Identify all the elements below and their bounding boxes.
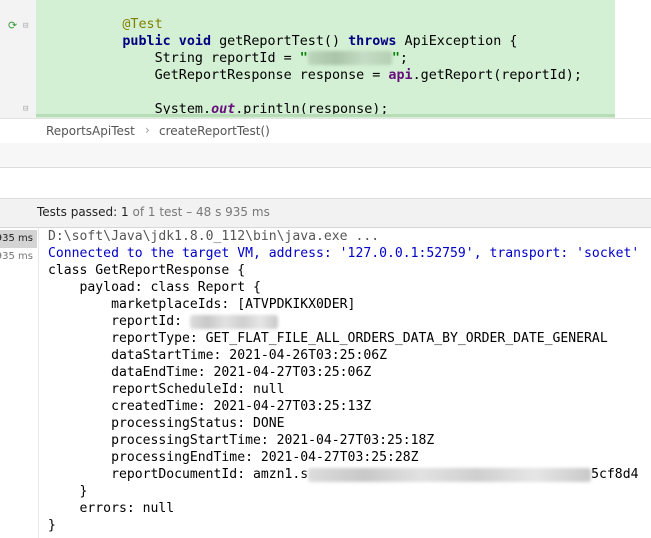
test-status-bar: Tests passed: 1 of 1 test – 48 s 935 ms: [0, 199, 651, 228]
console-line: dataStartTime: 2021-04-26T03:25:06Z: [48, 348, 387, 363]
console-line: processingEndTime: 2021-04-27T03:25:28Z: [48, 450, 419, 465]
empty-toolbar: [0, 143, 651, 168]
console-line-report-id: reportId:: [48, 313, 278, 330]
console-line-document-id: reportDocumentId: amzn1.s 5cf8d4: [48, 466, 638, 483]
breadcrumb-separator-icon: ›: [145, 123, 150, 137]
api-field: api: [388, 68, 413, 83]
response-declaration: GetReportResponse response =: [122, 68, 389, 83]
tests-total: of 1 test: [128, 205, 183, 219]
console-line: payload: class Report {: [48, 280, 261, 295]
status-separator: –: [182, 205, 197, 219]
console-command-line[interactable]: D:\soft\Java\jdk1.8.0_112\bin\java.exe .…: [48, 228, 379, 245]
editor-gutter: ⟳ ⊟ ⊟: [0, 0, 36, 118]
tests-passed-label: Tests passed:: [37, 205, 122, 219]
code-line-get-report: GetReportResponse response = api.getRepo…: [74, 50, 582, 83]
redacted-report-id: [189, 314, 278, 329]
console-line: }: [48, 484, 88, 499]
breadcrumb: ReportsApiTest › createReportTest(): [0, 118, 651, 144]
exception-type: ApiException {: [396, 34, 518, 49]
console-report-id-label: reportId:: [48, 314, 190, 329]
fold-end-icon[interactable]: ⊟: [23, 104, 28, 115]
run-panel-header: [0, 168, 651, 199]
code-line-report-id: String reportId = " ";: [74, 33, 408, 66]
fold-icon[interactable]: ⊟: [23, 21, 28, 32]
test-tree-time: 935 ms: [0, 233, 33, 244]
console-line: dataEndTime: 2021-04-27T03:25:06Z: [48, 365, 372, 380]
console-line: processingStartTime: 2021-04-27T03:25:18…: [48, 433, 435, 448]
redacted-document-id: [308, 467, 592, 482]
test-status-text: Tests passed: 1 of 1 test – 48 s 935 ms: [37, 205, 270, 219]
test-duration: 48 s 935 ms: [196, 205, 270, 219]
run-test-icon[interactable]: ⟳: [8, 20, 17, 31]
code-editor[interactable]: ⟳ ⊟ ⊟ @Test public void getReportTest() …: [0, 0, 651, 118]
tests-passed-count: 1: [121, 205, 129, 219]
get-report-call: .getReport(reportId);: [412, 68, 582, 83]
editor-bottom-edge: [36, 114, 615, 117]
code-area[interactable]: @Test public void getReportTest() throws…: [36, 0, 615, 118]
test-tree-time: 935 ms: [0, 251, 33, 262]
breadcrumb-class[interactable]: ReportsApiTest: [46, 124, 135, 138]
console-connected-line: Connected to the target VM, address: '12…: [48, 246, 640, 261]
console-line: errors: null: [48, 501, 175, 516]
test-tree-row-test[interactable]: 935 ms: [0, 248, 37, 266]
console-line: processingStatus: DONE: [48, 416, 285, 431]
console-document-id-suffix: 5cf8d4: [591, 467, 639, 482]
code-line-method-signature: public void getReportTest() throws ApiEx…: [74, 16, 517, 49]
console-line: marketplaceIds: [ATVPDKIKX0DER]: [48, 297, 356, 312]
console-line: }: [48, 518, 56, 533]
code-line-println: System.out.println(response);: [74, 84, 389, 117]
console-document-id-label: reportDocumentId: amzn1.s: [48, 467, 309, 482]
console-line: reportScheduleId: null: [48, 382, 285, 397]
test-tree-row-root[interactable]: 935 ms: [0, 230, 37, 248]
test-tree[interactable]: 935 ms 935 ms: [0, 228, 39, 538]
console-line: class GetReportResponse {: [48, 263, 246, 278]
console-line: createdTime: 2021-04-27T03:25:13Z: [48, 399, 372, 414]
code-line-annotation: @Test: [74, 0, 162, 32]
breadcrumb-method[interactable]: createReportTest(): [159, 124, 270, 138]
console-line: reportType: GET_FLAT_FILE_ALL_ORDERS_DAT…: [48, 331, 608, 346]
console-output[interactable]: D:\soft\Java\jdk1.8.0_112\bin\java.exe .…: [39, 228, 651, 538]
